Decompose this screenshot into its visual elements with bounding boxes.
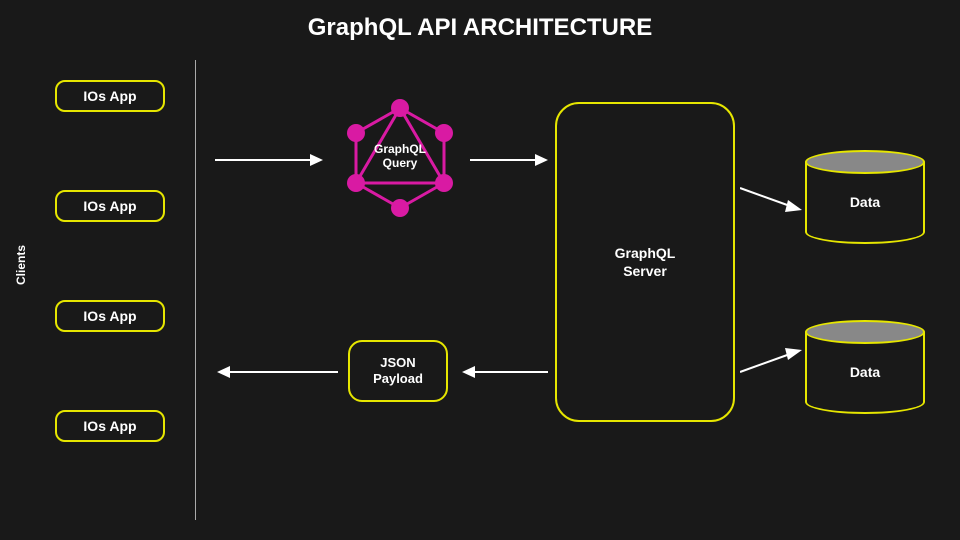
database-label: Data xyxy=(805,364,925,380)
client-box: IOs App xyxy=(55,300,165,332)
json-payload-box: JSONPayload xyxy=(348,340,448,402)
graphql-server-box: GraphQLServer xyxy=(555,102,735,422)
arrow-json-to-clients xyxy=(215,362,340,382)
arrow-server-to-db-bottom xyxy=(740,340,805,380)
client-box: IOs App xyxy=(55,410,165,442)
client-box: IOs App xyxy=(55,80,165,112)
client-label: IOs App xyxy=(83,88,136,104)
arrow-clients-to-query xyxy=(215,150,325,170)
diagram-title: GraphQL API ARCHITECTURE xyxy=(0,14,960,42)
client-label: IOs App xyxy=(83,308,136,324)
database-cylinder: Data xyxy=(805,150,925,240)
client-box: IOs App xyxy=(55,190,165,222)
server-label: GraphQLServer xyxy=(615,244,676,280)
clients-section-label: Clients xyxy=(14,245,28,285)
client-label: IOs App xyxy=(83,198,136,214)
clients-divider xyxy=(195,60,196,520)
arrow-server-to-json xyxy=(460,362,550,382)
arrow-server-to-db-top xyxy=(740,180,805,220)
database-label: Data xyxy=(805,194,925,210)
client-label: IOs App xyxy=(83,418,136,434)
json-payload-label: JSONPayload xyxy=(373,355,423,386)
arrow-query-to-server xyxy=(470,150,550,170)
database-cylinder: Data xyxy=(805,320,925,410)
graphql-query-label: GraphQLQuery xyxy=(370,142,430,171)
